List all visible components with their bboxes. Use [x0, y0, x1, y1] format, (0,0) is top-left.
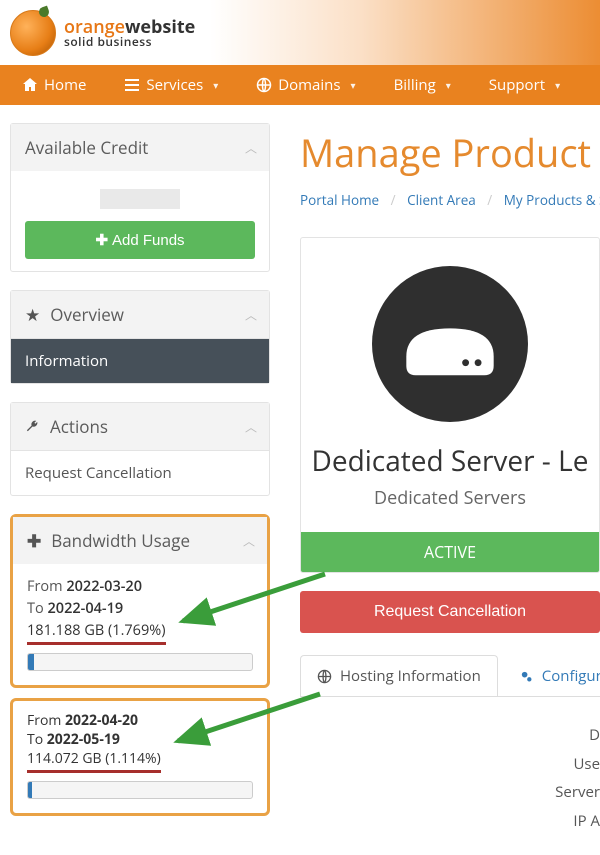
bandwidth-progress-bar	[27, 653, 253, 671]
tab-hosting-information[interactable]: Hosting Information	[300, 655, 498, 696]
tabs: Hosting Information Configurab	[300, 655, 600, 697]
bandwidth-to-date: 2022-05-19	[47, 730, 120, 749]
from-label: From	[27, 577, 63, 596]
from-label: From	[27, 711, 61, 730]
tab-configurable[interactable]: Configurab	[502, 655, 600, 696]
available-credit-head[interactable]: Available Credit ︿	[11, 124, 269, 171]
main-content: Manage Product Portal Home / Client Area…	[300, 123, 600, 835]
plus-icon: ✚	[27, 529, 41, 552]
top-header: orangewebsite solid business	[0, 0, 600, 65]
overview-title: Overview	[50, 303, 124, 326]
orange-icon	[10, 10, 56, 56]
bandwidth-usage-value: 114.072 GB (1.114%)	[27, 749, 161, 773]
available-credit-title: Available Credit	[25, 136, 148, 159]
bandwidth-from-date: 2022-03-20	[66, 577, 142, 596]
detail-line: Server	[300, 778, 600, 807]
chevron-down-icon: ▾	[351, 78, 356, 92]
page-title: Manage Product	[300, 127, 600, 179]
globe-icon	[317, 669, 332, 684]
request-cancellation-button[interactable]: Request Cancellation	[300, 591, 600, 633]
main-nav: Home Services ▾ Domains ▾ Billing ▾ Supp…	[0, 65, 600, 105]
crumb-portal-home[interactable]: Portal Home	[300, 191, 379, 209]
nav-billing[interactable]: Billing ▾	[380, 65, 465, 105]
hosting-details: D Use Server IP A	[300, 721, 600, 835]
add-funds-button[interactable]: ✚Add Funds	[25, 221, 255, 259]
crumb-client-area[interactable]: Client Area	[407, 191, 476, 209]
overview-panel: ★ Overview ︿ Information	[10, 290, 270, 384]
detail-line: D	[300, 721, 600, 750]
nav-home-label: Home	[44, 75, 86, 95]
home-icon	[22, 77, 38, 93]
request-cancellation-label: Request Cancellation	[374, 603, 526, 620]
bandwidth-from-date: 2022-04-20	[65, 711, 138, 730]
status-badge: ACTIVE	[301, 532, 599, 572]
chevron-down-icon: ▾	[213, 78, 218, 92]
sidebar-item-label: Information	[25, 351, 108, 371]
chevron-up-icon: ︿	[245, 418, 257, 435]
bandwidth-usage-panel-2: From 2022-04-20 To 2022-05-19 114.072 GB…	[10, 698, 270, 816]
chevron-down-icon: ▾	[446, 78, 451, 92]
bandwidth-title: Bandwidth Usage	[51, 529, 190, 552]
product-name: Dedicated Server - Le	[301, 442, 599, 480]
nav-support[interactable]: Support ▾	[475, 65, 574, 105]
nav-domains-label: Domains	[278, 75, 340, 95]
bandwidth-usage-panel-1: ✚ Bandwidth Usage ︿ From 2022-03-20 To 2…	[10, 514, 270, 688]
brand-text: orangewebsite solid business	[64, 18, 195, 48]
nav-billing-label: Billing	[394, 75, 436, 95]
sidebar-item-label: Request Cancellation	[25, 463, 172, 483]
nav-domains[interactable]: Domains ▾	[242, 65, 369, 105]
bandwidth-usage-value: 181.188 GB (1.769%)	[27, 621, 166, 645]
add-funds-label: Add Funds	[112, 232, 185, 249]
bandwidth-to-date: 2022-04-19	[48, 599, 124, 618]
nav-home[interactable]: Home	[8, 65, 100, 105]
sidebar-item-information[interactable]: Information	[11, 338, 269, 383]
product-category: Dedicated Servers	[301, 486, 599, 510]
server-disk-icon	[372, 266, 528, 422]
credit-amount-placeholder	[100, 189, 180, 209]
bandwidth-progress-bar	[27, 781, 253, 799]
plus-icon: ✚	[95, 232, 108, 249]
breadcrumb: Portal Home / Client Area / My Products …	[300, 191, 600, 209]
crumb-products[interactable]: My Products & Services	[504, 191, 600, 209]
tab-label: Configurab	[542, 666, 600, 686]
available-credit-panel: Available Credit ︿ ✚Add Funds	[10, 123, 270, 272]
list-icon	[124, 77, 140, 93]
chevron-up-icon: ︿	[245, 306, 257, 323]
to-label: To	[27, 599, 44, 618]
nav-support-label: Support	[489, 75, 545, 95]
to-label: To	[27, 730, 43, 749]
bandwidth-head[interactable]: ✚ Bandwidth Usage ︿	[13, 517, 267, 564]
product-card: Dedicated Server - Le Dedicated Servers …	[300, 237, 600, 573]
actions-panel: Actions ︿ Request Cancellation	[10, 402, 270, 496]
actions-head[interactable]: Actions ︿	[11, 403, 269, 450]
brand-logo[interactable]: orangewebsite solid business	[10, 10, 195, 56]
detail-line: Use	[300, 750, 600, 779]
globe-icon	[256, 77, 272, 93]
detail-line: IP A	[300, 807, 600, 836]
actions-title: Actions	[50, 415, 108, 438]
nav-services[interactable]: Services ▾	[110, 65, 232, 105]
chevron-up-icon: ︿	[245, 139, 257, 156]
chevron-up-icon: ︿	[243, 532, 255, 549]
tab-label: Hosting Information	[340, 666, 481, 686]
overview-head[interactable]: ★ Overview ︿	[11, 291, 269, 338]
sidebar: Available Credit ︿ ✚Add Funds ★ Overview…	[10, 123, 270, 816]
cogs-icon	[519, 669, 534, 684]
star-icon: ★	[25, 303, 40, 326]
chevron-down-icon: ▾	[555, 78, 560, 92]
wrench-icon	[25, 419, 40, 434]
sidebar-item-request-cancellation[interactable]: Request Cancellation	[11, 450, 269, 495]
nav-services-label: Services	[146, 75, 203, 95]
